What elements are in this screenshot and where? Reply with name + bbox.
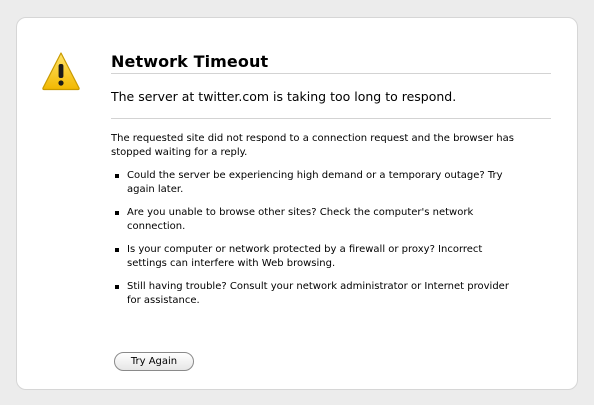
suggestion-item: Could the server be experiencing high de… — [111, 169, 517, 197]
description-divider — [111, 118, 551, 119]
suggestion-item: Are you unable to browse other sites? Ch… — [111, 206, 517, 234]
suggestion-text: Is your computer or network protected by… — [127, 244, 483, 269]
suggestion-item: Is your computer or network protected by… — [111, 243, 517, 271]
warning-icon — [42, 52, 80, 91]
error-title: Network Timeout — [111, 52, 269, 71]
error-long-description: The requested site did not respond to a … — [111, 132, 521, 308]
suggestion-text: Could the server be experiencing high de… — [127, 170, 503, 195]
suggestion-text: Are you unable to browse other sites? Ch… — [127, 207, 474, 232]
bullet-icon — [115, 211, 119, 215]
long-description-text: The requested site did not respond to a … — [111, 133, 514, 158]
bullet-icon — [115, 285, 119, 289]
suggestion-list: Could the server be experiencing high de… — [111, 169, 521, 308]
suggestion-text: Still having trouble? Consult your netwo… — [127, 281, 509, 306]
bullet-icon — [115, 174, 119, 178]
title-divider — [111, 73, 551, 74]
try-again-button[interactable]: Try Again — [114, 352, 194, 371]
error-panel: Network Timeout The server at twitter.co… — [16, 17, 578, 390]
suggestion-item: Still having trouble? Consult your netwo… — [111, 280, 517, 308]
error-short-description: The server at twitter.com is taking too … — [111, 89, 457, 104]
error-content: Network Timeout The server at twitter.co… — [111, 52, 551, 317]
bullet-icon — [115, 248, 119, 252]
